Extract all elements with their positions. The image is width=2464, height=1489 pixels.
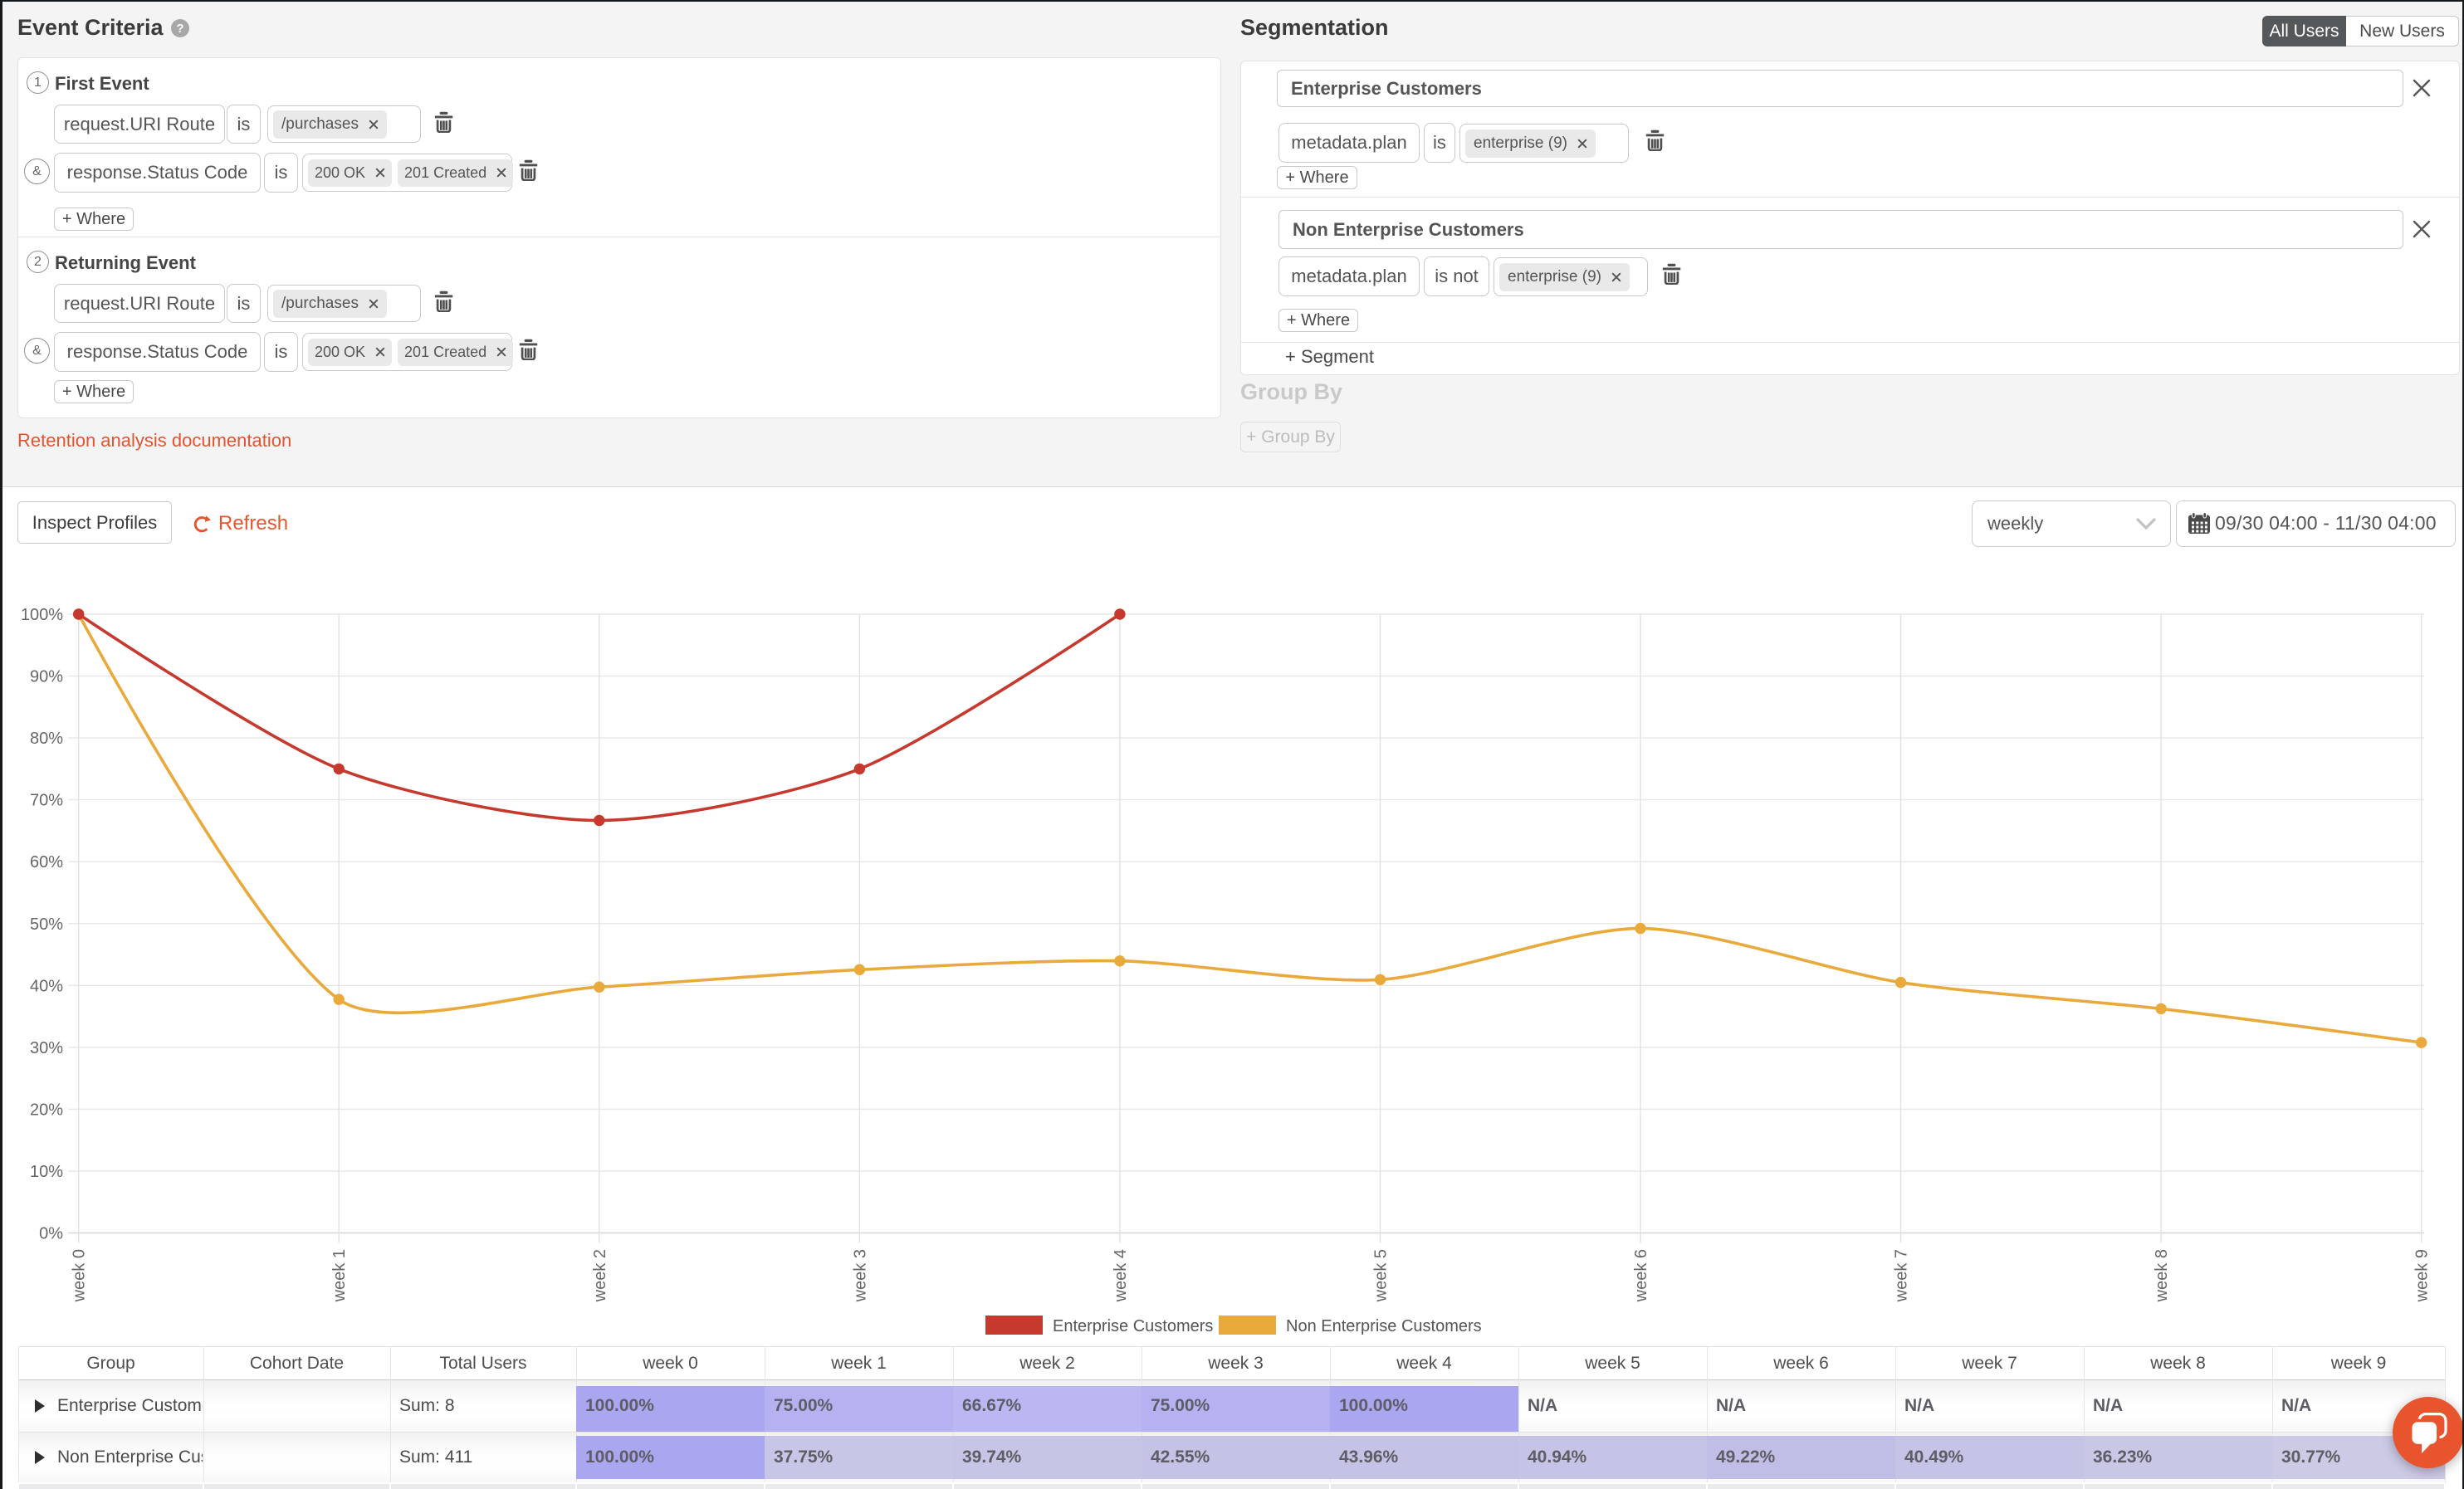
svg-text:week 8: week 8: [2153, 1249, 2171, 1302]
svg-text:10%: 10%: [30, 1163, 63, 1181]
svg-text:30%: 30%: [30, 1039, 63, 1057]
svg-text:week 5: week 5: [1372, 1249, 1391, 1302]
svg-text:60%: 60%: [30, 853, 63, 871]
svg-text:20%: 20%: [30, 1101, 63, 1119]
svg-text:week 0: week 0: [71, 1249, 89, 1302]
svg-text:week 4: week 4: [1112, 1249, 1130, 1302]
svg-text:week 7: week 7: [1893, 1249, 1911, 1302]
svg-text:0%: 0%: [39, 1225, 63, 1243]
svg-text:week 3: week 3: [851, 1249, 869, 1302]
svg-text:week 9: week 9: [2413, 1249, 2432, 1302]
svg-text:80%: 80%: [30, 730, 63, 748]
svg-text:week 2: week 2: [591, 1249, 609, 1302]
svg-text:40%: 40%: [30, 977, 63, 995]
svg-text:90%: 90%: [30, 668, 63, 686]
svg-text:100%: 100%: [21, 606, 63, 624]
svg-text:50%: 50%: [30, 915, 63, 934]
svg-text:week 6: week 6: [1632, 1249, 1650, 1302]
svg-text:week 1: week 1: [330, 1249, 349, 1302]
svg-text:70%: 70%: [30, 792, 63, 810]
